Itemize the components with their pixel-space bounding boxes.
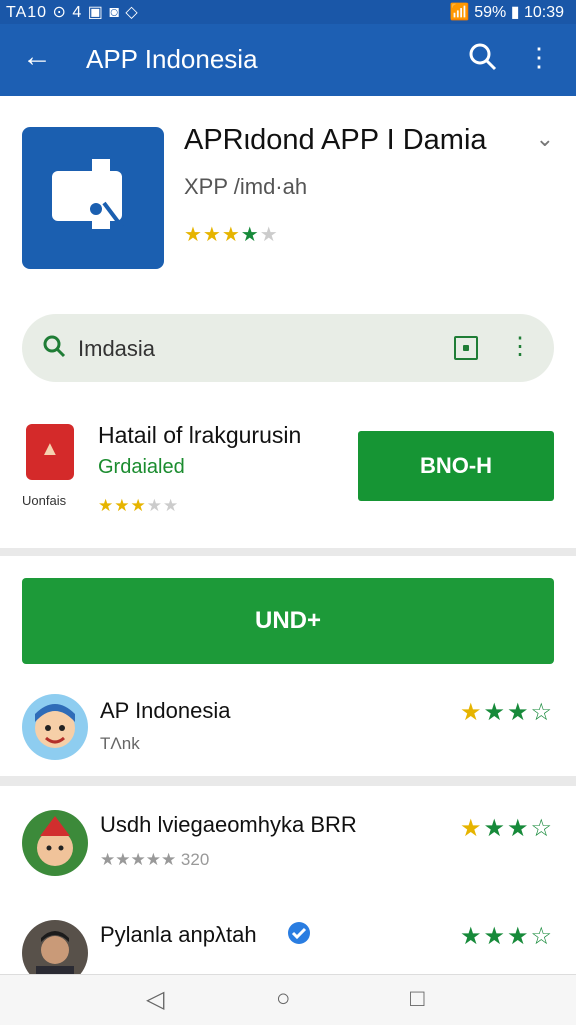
review-sub: TΛnk: [100, 734, 140, 753]
wifi-icon: 📶: [449, 4, 470, 21]
reviews-card: Usdh lviegaeomhyka BRR ★★★★★ 320 ★★★☆ Py…: [0, 786, 576, 986]
back-arrow-icon[interactable]: ←: [22, 40, 52, 74]
install-button[interactable]: UND+: [22, 578, 554, 664]
app-title: APRιdond APP I Damia: [184, 124, 487, 156]
app-bar: ← APP Indonesia ⋮: [0, 24, 576, 96]
home-icon[interactable]: ○: [276, 985, 291, 1013]
review-rating-stars: ★★★☆: [459, 923, 554, 950]
install-card: UND+ AP Indonesia TΛnk ★★★☆: [0, 556, 576, 776]
recents-icon[interactable]: □: [410, 985, 425, 1013]
camera-icon[interactable]: [454, 336, 478, 360]
search-input[interactable]: Imdasia: [78, 336, 155, 362]
related-app-icon[interactable]: [26, 424, 74, 480]
avatar: [22, 810, 88, 876]
review-rating-stars: ★★★☆: [459, 815, 554, 842]
status-bar: TA10 ⊙ 4 ▣ ◙ ◇ 📶 59% ▮ 10:39: [0, 0, 576, 24]
avatar: [22, 694, 88, 760]
app-subtitle: ΧPP /imd·ah: [184, 174, 308, 199]
page-title: APP Indonesia: [86, 44, 258, 74]
more-options-icon[interactable]: ⋮: [526, 42, 552, 73]
search-bar[interactable]: Imdasia ⋮: [22, 314, 554, 382]
review-name: Usdh lviegaeomhyka BRR: [100, 812, 357, 837]
review-rating-stars: ★★★☆: [459, 699, 554, 726]
status-right: 📶 59% ▮ 10:39: [450, 2, 564, 22]
more-options-icon[interactable]: ⋮: [508, 332, 532, 361]
battery-icon: ▮: [510, 4, 520, 21]
app-icon: [22, 127, 164, 269]
app-header-card: APRιdond APP I Damia ⌄ ΧPP /imd·ah ★★★★★…: [0, 96, 576, 548]
related-app-status: Grdaialed: [98, 456, 185, 478]
review-rating-text: ★★★★★ 320: [100, 850, 210, 869]
system-nav-bar: ◁ ○ □: [0, 974, 576, 1025]
status-icons: TA10 ⊙ 4 ▣ ◙ ◇: [6, 4, 139, 21]
related-app-caption: Uonfais: [22, 493, 67, 508]
verified-badge-icon: [286, 920, 312, 951]
battery-label: 59%: [474, 4, 507, 21]
review-name: Pylanla anpλtah: [100, 922, 257, 947]
chevron-down-icon[interactable]: ⌄: [536, 126, 554, 152]
search-icon: [42, 334, 66, 363]
search-icon[interactable]: [468, 42, 498, 77]
review-name: AP Indonesia: [100, 698, 231, 723]
back-icon[interactable]: ◁: [146, 985, 164, 1014]
related-app-rating-stars: ★★★★★: [98, 496, 180, 515]
related-app-title[interactable]: Hatail of lrakgurusin: [98, 422, 301, 449]
app-rating-stars: ★★★★★: [184, 224, 279, 246]
time: 10:39: [523, 4, 564, 21]
related-app-button[interactable]: BNO-H: [358, 431, 554, 501]
